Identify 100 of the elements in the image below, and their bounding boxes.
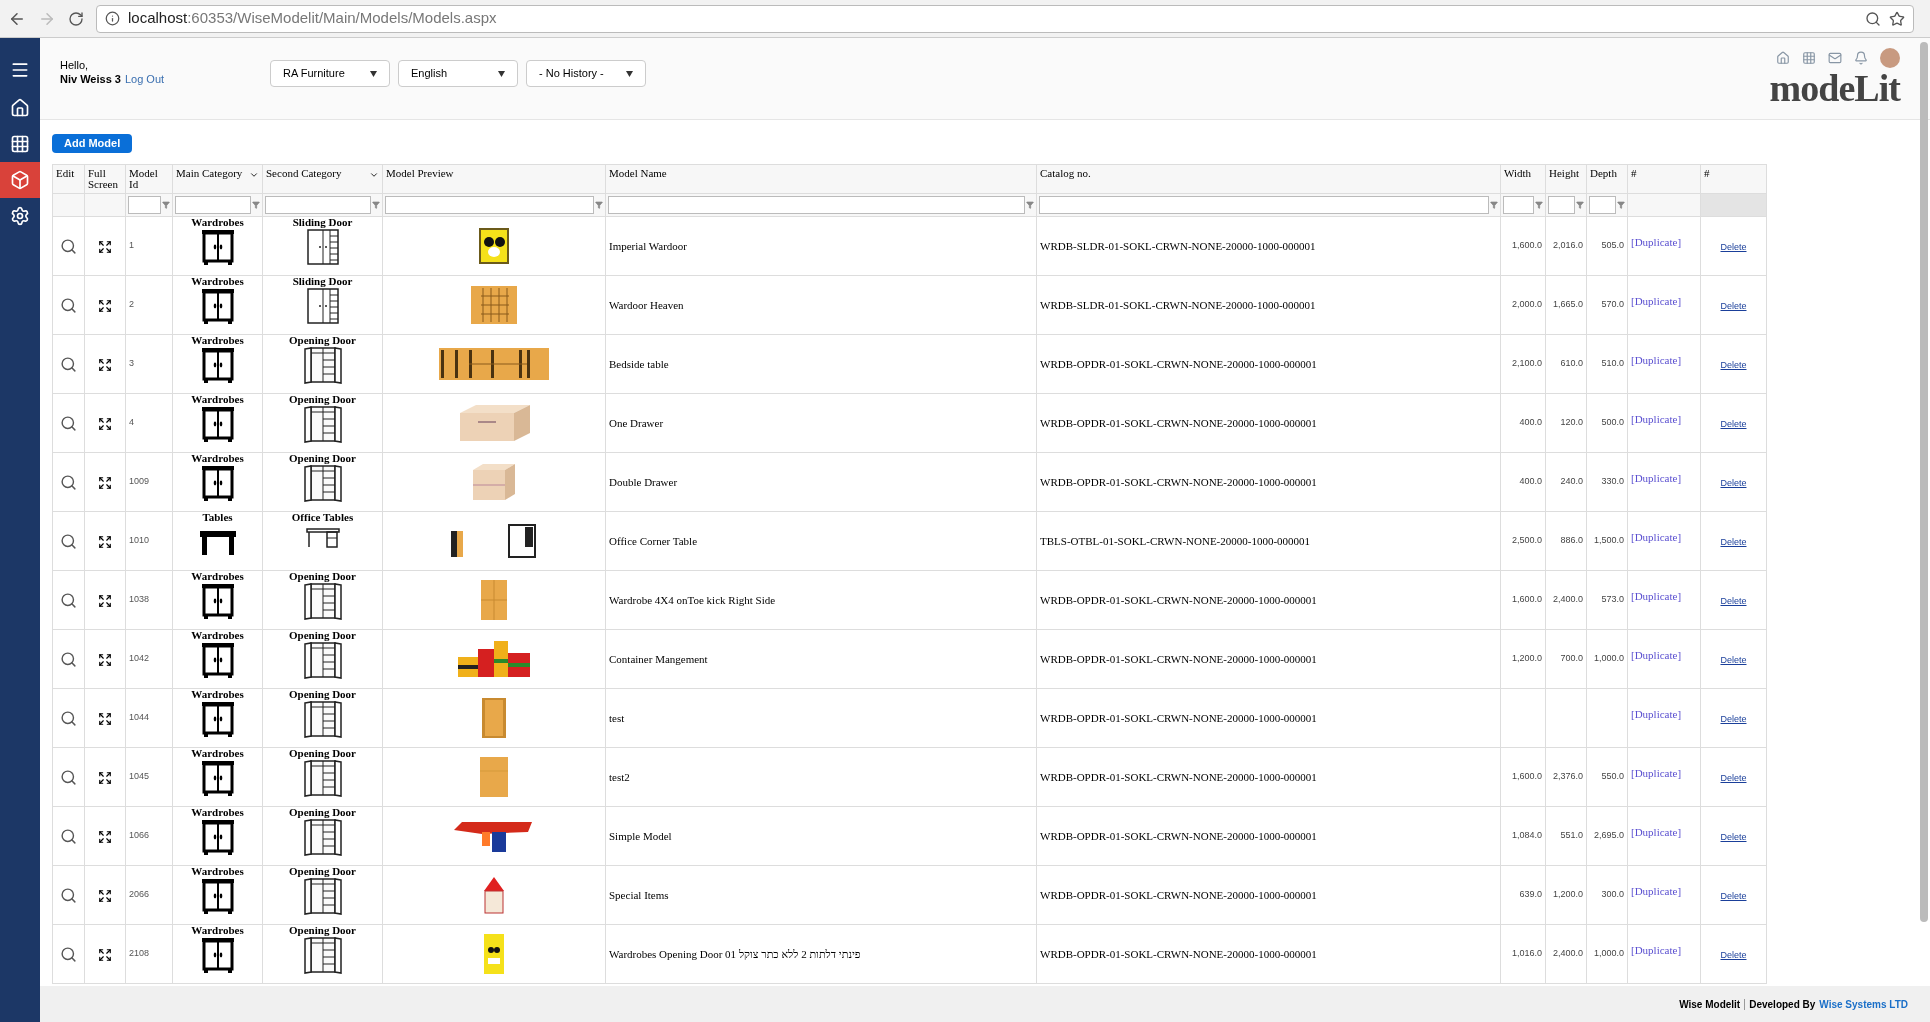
delete-link[interactable]: Delete	[1720, 831, 1747, 842]
add-model-button[interactable]: Add Model	[52, 133, 133, 153]
filter-icon[interactable]	[372, 201, 380, 209]
filter-icon[interactable]	[162, 201, 170, 209]
filter-field[interactable]	[385, 196, 594, 214]
dropdown[interactable]: - No History -	[526, 60, 646, 87]
filter-icon[interactable]	[1576, 201, 1584, 209]
filter-icon[interactable]	[1490, 201, 1498, 209]
company-link[interactable]: Wise Systems LTD	[1819, 996, 1908, 1012]
duplicate-link[interactable]: [Duplicate]	[1631, 708, 1682, 720]
column-header[interactable]: Second Category	[262, 164, 383, 194]
delete-link[interactable]: Delete	[1720, 536, 1747, 547]
delete-link[interactable]: Delete	[1720, 949, 1747, 960]
bell-icon[interactable]	[1854, 51, 1868, 65]
full-screen-icon[interactable]	[98, 771, 112, 786]
column-header: Model Id	[125, 164, 173, 194]
delete-link[interactable]: Delete	[1720, 477, 1747, 488]
duplicate-link[interactable]: [Duplicate]	[1631, 354, 1682, 366]
full-screen-icon[interactable]	[98, 653, 112, 668]
delete-link[interactable]: Delete	[1720, 300, 1747, 311]
table-cell: 2	[129, 299, 134, 310]
table-cell: WRDB-OPDR-01-SOKL-CRWN-NONE-20000-1000-000001	[1040, 475, 1317, 488]
sort-chevron-icon[interactable]	[369, 170, 379, 180]
duplicate-link[interactable]: [Duplicate]	[1631, 826, 1682, 838]
full-screen-icon[interactable]	[98, 535, 112, 550]
full-screen-icon[interactable]	[98, 712, 112, 727]
sort-chevron-icon[interactable]	[249, 170, 259, 180]
filter-field[interactable]	[265, 196, 371, 214]
grid-icon[interactable]	[10, 134, 30, 154]
edit-icon[interactable]	[60, 533, 77, 550]
wardrobe-icon	[302, 346, 343, 384]
filter-field[interactable]	[1548, 196, 1575, 214]
delete-link[interactable]: Delete	[1720, 595, 1747, 606]
edit-icon[interactable]	[60, 297, 77, 314]
delete-link[interactable]: Delete	[1720, 654, 1747, 665]
duplicate-link[interactable]: [Duplicate]	[1631, 944, 1682, 956]
delete-link[interactable]: Delete	[1720, 772, 1747, 783]
filter-icon[interactable]	[1026, 201, 1034, 209]
box-icon[interactable]	[10, 170, 30, 190]
full-screen-icon[interactable]	[98, 476, 112, 491]
menu-icon[interactable]	[10, 60, 30, 80]
duplicate-link[interactable]: [Duplicate]	[1631, 885, 1682, 897]
edit-icon[interactable]	[60, 710, 77, 727]
filter-field[interactable]	[175, 196, 251, 214]
full-screen-icon[interactable]	[98, 240, 112, 255]
edit-icon[interactable]	[60, 415, 77, 432]
filter-field[interactable]	[1589, 196, 1616, 214]
delete-link[interactable]: Delete	[1720, 890, 1747, 901]
edit-icon[interactable]	[60, 828, 77, 845]
delete-link[interactable]: Delete	[1720, 241, 1747, 252]
mail-icon[interactable]	[1828, 51, 1842, 65]
delete-link[interactable]: Delete	[1720, 359, 1747, 370]
apps-grid-icon[interactable]	[1802, 51, 1816, 65]
edit-icon[interactable]	[60, 946, 77, 963]
dropdown[interactable]: English	[398, 60, 518, 87]
edit-icon[interactable]	[60, 474, 77, 491]
filter-icon[interactable]	[595, 201, 603, 209]
edit-icon[interactable]	[60, 769, 77, 786]
full-screen-icon[interactable]	[98, 889, 112, 904]
delete-link[interactable]: Delete	[1720, 713, 1747, 724]
edit-icon[interactable]	[60, 238, 77, 255]
full-screen-icon[interactable]	[98, 830, 112, 845]
full-screen-icon[interactable]	[98, 299, 112, 314]
duplicate-link[interactable]: [Duplicate]	[1631, 590, 1682, 602]
full-screen-icon[interactable]	[98, 948, 112, 963]
zoom-icon[interactable]	[1865, 10, 1881, 27]
filter-field[interactable]	[128, 196, 161, 214]
duplicate-link[interactable]: [Duplicate]	[1631, 236, 1682, 248]
table-cell: 1044	[129, 712, 150, 723]
edit-icon[interactable]	[60, 651, 77, 668]
filter-icon[interactable]	[252, 201, 260, 209]
dropdown[interactable]: RA Furniture	[270, 60, 390, 87]
edit-icon[interactable]	[60, 356, 77, 373]
full-screen-icon[interactable]	[98, 417, 112, 432]
duplicate-link[interactable]: [Duplicate]	[1631, 413, 1682, 425]
bookmark-star-icon[interactable]	[1889, 10, 1905, 27]
edit-icon[interactable]	[60, 592, 77, 609]
edit-icon[interactable]	[60, 887, 77, 904]
full-screen-icon[interactable]	[98, 358, 112, 373]
address-bar[interactable]: localhost:60353/WiseModelit/Main/Models/Models.aspx	[96, 4, 1914, 33]
category-label: Wardrobes	[191, 748, 244, 759]
info-icon[interactable]	[105, 11, 120, 26]
full-screen-icon[interactable]	[98, 594, 112, 609]
filter-icon[interactable]	[1535, 201, 1543, 209]
filter-icon[interactable]	[1617, 201, 1625, 209]
logout-link[interactable]: Log Out	[124, 72, 165, 86]
duplicate-link[interactable]: [Duplicate]	[1631, 472, 1682, 484]
filter-field[interactable]	[1039, 196, 1489, 214]
filter-field[interactable]	[1503, 196, 1534, 214]
duplicate-link[interactable]: [Duplicate]	[1631, 531, 1682, 543]
column-header[interactable]: Main Category	[172, 164, 263, 194]
duplicate-link[interactable]: [Duplicate]	[1631, 649, 1682, 661]
delete-link[interactable]: Delete	[1720, 418, 1747, 429]
table-cell: 1,600.0	[1511, 771, 1542, 782]
duplicate-link[interactable]: [Duplicate]	[1631, 767, 1682, 779]
scrollbar[interactable]	[1920, 42, 1928, 922]
settings-icon[interactable]	[10, 206, 30, 226]
duplicate-link[interactable]: [Duplicate]	[1631, 295, 1682, 307]
reload-icon[interactable]	[68, 10, 84, 27]
filter-field[interactable]	[608, 196, 1025, 214]
